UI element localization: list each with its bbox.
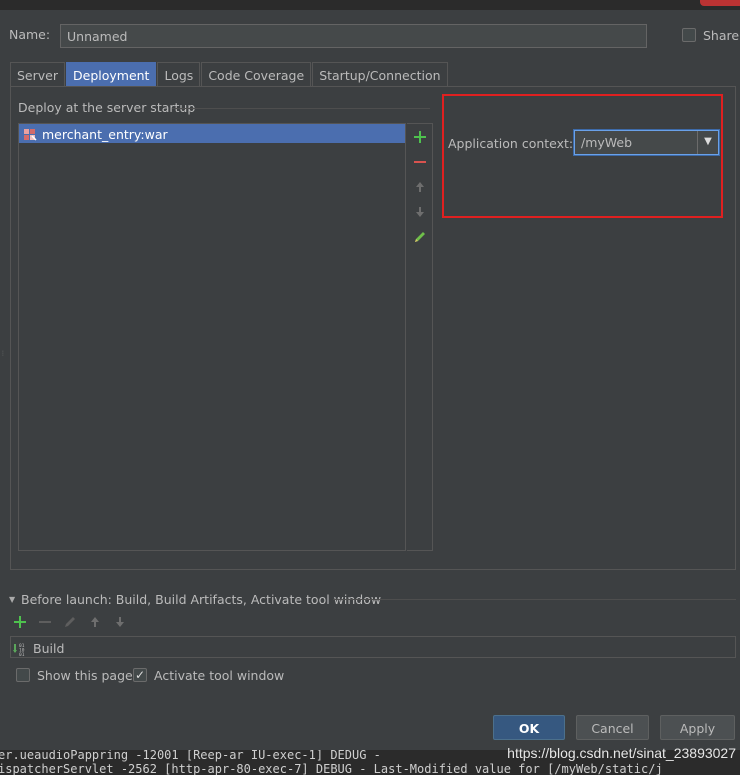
collapse-triangle-icon[interactable]: ▼ [9, 595, 15, 604]
chevron-down-icon[interactable]: ▼ [697, 131, 718, 154]
arrow-down-icon[interactable] [112, 614, 128, 633]
arrow-up-icon[interactable] [412, 179, 428, 195]
pencil-icon[interactable] [62, 614, 78, 633]
title-bar-strip [0, 0, 740, 10]
build-icon: 01 10 01 [13, 642, 29, 658]
tab-startup-connection[interactable]: Startup/Connection [312, 62, 448, 86]
cancel-button[interactable]: Cancel [576, 715, 649, 740]
show-this-page-checkbox[interactable] [16, 668, 30, 682]
before-launch-list[interactable]: 01 10 01 Build [10, 636, 736, 658]
before-launch-toolbar [12, 613, 128, 633]
list-item[interactable]: merchant_entry:war [19, 124, 405, 143]
plus-icon[interactable] [12, 614, 28, 633]
show-this-page-label: Show this page [37, 668, 133, 683]
application-context-value: /myWeb [581, 135, 633, 150]
application-context-combo[interactable]: /myWeb ▼ [574, 130, 719, 155]
ok-button[interactable]: OK [493, 715, 565, 740]
tab-deployment[interactable]: Deployment [66, 62, 157, 86]
list-item-label: merchant_entry:war [42, 127, 168, 142]
pencil-icon[interactable] [412, 229, 428, 245]
application-context-label: Application context: [448, 136, 574, 151]
arrow-down-icon[interactable] [412, 204, 428, 220]
activate-tool-window-label: Activate tool window [154, 668, 285, 683]
tab-logs[interactable]: Logs [157, 62, 201, 86]
arrow-up-icon[interactable] [87, 614, 103, 633]
section-divider [333, 599, 736, 600]
console-line: er.ueaudioPappring -12001 [Reep-ar IU-ex… [0, 750, 381, 762]
deployment-list[interactable] [18, 123, 406, 551]
section-divider [172, 108, 430, 109]
share-checkbox[interactable] [682, 28, 696, 42]
before-launch-label[interactable]: Before launch: Build, Build Artifacts, A… [21, 592, 381, 607]
context-highlight-box [442, 94, 723, 218]
tab-code-coverage[interactable]: Code Coverage [201, 62, 312, 86]
plus-icon[interactable] [412, 129, 428, 145]
war-artifact-icon [23, 128, 37, 142]
list-toolbar [407, 123, 433, 551]
tab-server[interactable]: Server [10, 62, 65, 86]
list-item-label: Build [33, 641, 65, 656]
name-input[interactable]: Unnamed [60, 24, 647, 48]
minus-icon[interactable] [37, 614, 53, 633]
close-window-button[interactable] [700, 0, 740, 6]
apply-button[interactable]: Apply [660, 715, 735, 740]
name-label: Name: [9, 27, 51, 42]
resize-handle[interactable]: ⋮ [0, 351, 6, 368]
watermark-text: https://blog.csdn.net/sinat_23893027 [507, 745, 736, 761]
share-label: Share [703, 28, 740, 43]
config-tabs: Server Deployment Logs Code Coverage Sta… [10, 62, 449, 86]
activate-tool-window-checkbox[interactable]: ✓ [133, 668, 147, 682]
deploy-section-label: Deploy at the server startup [18, 100, 196, 115]
minus-icon[interactable] [412, 154, 428, 170]
svg-text:01: 01 [19, 652, 25, 656]
console-line: ispatcherServlet -2562 [http-apr-80-exec… [0, 762, 663, 775]
